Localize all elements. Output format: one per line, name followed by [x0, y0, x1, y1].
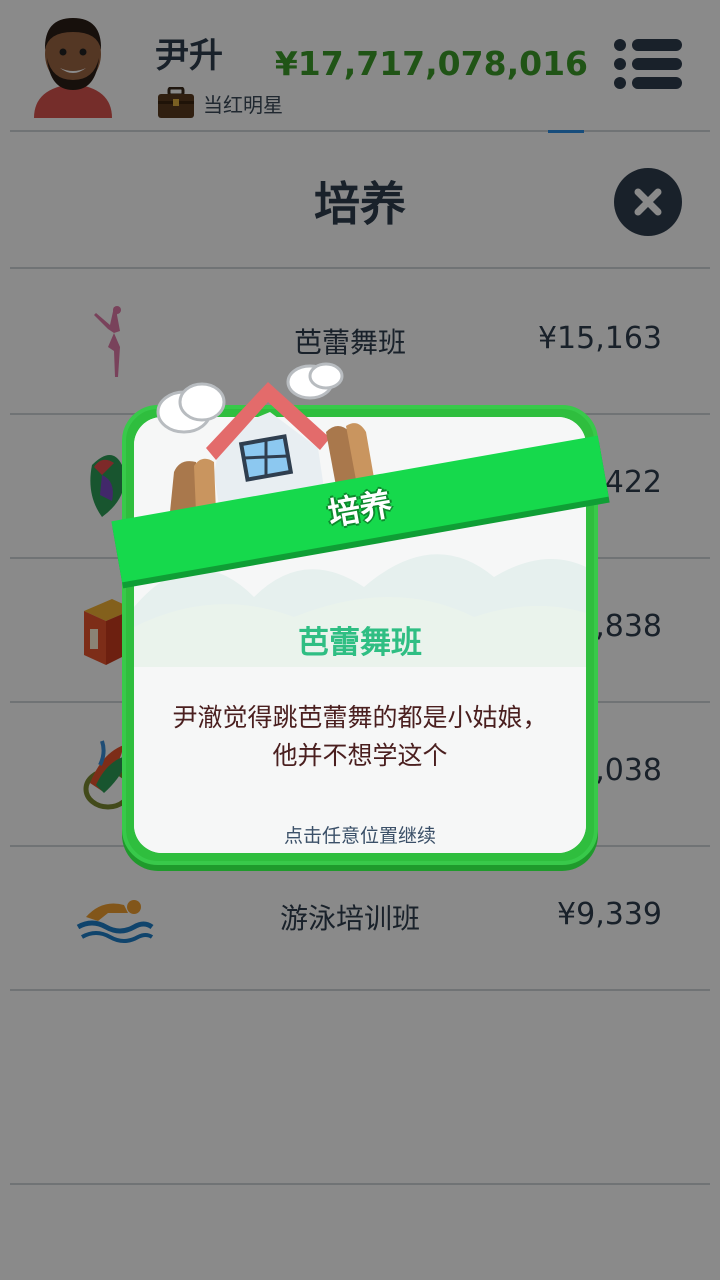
popup-item-name: 芭蕾舞班 — [298, 625, 422, 661]
popup-message: 尹澈觉得跳芭蕾舞的都是小姑娘，他并不想学这个 — [172, 703, 548, 770]
continue-hint: 点击任意位置继续 — [283, 825, 436, 847]
